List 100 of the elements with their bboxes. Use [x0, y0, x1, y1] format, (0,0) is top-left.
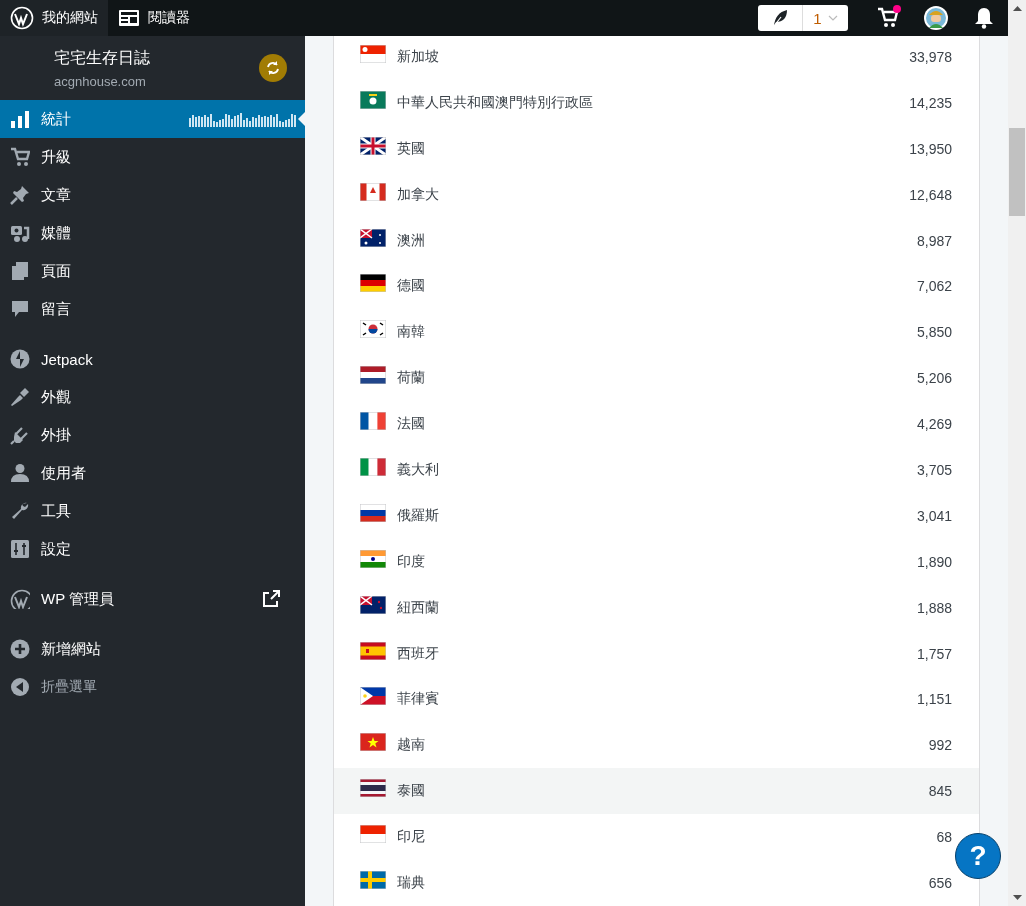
- sidebar-item[interactable]: 設定: [0, 530, 305, 568]
- country-name: 法國: [397, 415, 426, 434]
- flag-icon: [360, 320, 386, 339]
- flag-icon: [360, 733, 386, 752]
- country-name: 南韓: [397, 323, 426, 342]
- view-count: 656: [928, 874, 952, 891]
- plug-icon: [10, 425, 30, 445]
- country-name: 荷蘭: [397, 369, 426, 388]
- external-link-icon: [262, 590, 280, 608]
- sidebar-item[interactable]: 外觀: [0, 378, 305, 416]
- view-count: 1,151: [916, 691, 952, 708]
- country-name: 新加坡: [397, 47, 440, 66]
- view-count: 33,978: [909, 48, 952, 65]
- country-name: 英國: [397, 139, 426, 158]
- view-count: 845: [928, 783, 952, 800]
- view-count: 14,235: [909, 94, 952, 111]
- nav-tab[interactable]: 我的網站: [0, 0, 108, 36]
- sidebar-item[interactable]: 外掛: [0, 416, 305, 454]
- country-name: 義大利: [397, 460, 440, 479]
- flag-icon: [360, 595, 386, 614]
- bell-icon: [974, 7, 994, 29]
- sidebar-item[interactable]: 文章: [0, 176, 305, 214]
- view-count: 8,987: [916, 232, 952, 249]
- flag-icon: [360, 136, 386, 155]
- flag-icon: [360, 503, 386, 522]
- nav-tab[interactable]: 閱讀器: [108, 0, 200, 36]
- bar-chart-icon: [10, 109, 30, 129]
- sidebar-item[interactable]: 使用者: [0, 454, 305, 492]
- flag-icon: [360, 90, 386, 109]
- sidebar-item[interactable]: WP 管理員: [0, 580, 305, 618]
- sidebar-item[interactable]: Jetpack: [0, 340, 305, 378]
- view-count: 3,705: [916, 461, 952, 478]
- site-domain: acgnhouse.com: [54, 73, 147, 89]
- view-count: 5,850: [916, 324, 952, 341]
- country-name: 紐西蘭: [397, 598, 440, 617]
- sidebar-item[interactable]: 升級: [0, 138, 305, 176]
- flag-icon: [360, 870, 386, 889]
- avatar: [924, 6, 948, 30]
- sync-button[interactable]: [259, 54, 287, 82]
- leaf-icon: [772, 9, 788, 27]
- flag-icon: [360, 412, 386, 431]
- country-name: 澳洲: [397, 231, 426, 250]
- country-name: 越南: [397, 736, 426, 755]
- view-count: 992: [928, 737, 952, 754]
- collapse-menu-button[interactable]: 折疊選單: [0, 668, 305, 706]
- sliders-icon: [10, 539, 30, 559]
- country-name: 印尼: [397, 828, 426, 847]
- scroll-up-icon: [1012, 6, 1022, 11]
- chevron-down-icon: [827, 15, 838, 21]
- flag-icon: [360, 687, 386, 706]
- arrow-left-circle-icon: [10, 677, 30, 697]
- sidebar-item[interactable]: 統計: [0, 100, 305, 138]
- sidebar-item[interactable]: 頁面: [0, 252, 305, 290]
- view-count: 1,757: [916, 645, 952, 662]
- view-count: 5,206: [916, 370, 952, 387]
- cart-icon: [10, 147, 30, 167]
- sidebar-item[interactable]: 工具: [0, 492, 305, 530]
- flag-icon: [360, 366, 386, 385]
- view-count: 1,888: [916, 599, 952, 616]
- country-name: 俄羅斯: [397, 506, 440, 525]
- cart-icon: [877, 7, 899, 29]
- comment-icon: [10, 299, 30, 319]
- site-title: 宅宅生存日誌: [54, 47, 151, 68]
- lightning-bolt-icon: [10, 349, 30, 369]
- flag-icon: [360, 779, 386, 798]
- country-name: 中華人民共和國澳門特別行政區: [397, 93, 594, 112]
- country-name: 菲律賓: [397, 690, 440, 709]
- country-name: 瑞典: [397, 873, 426, 892]
- view-count: 3,041: [916, 507, 952, 524]
- flag-icon: [360, 641, 386, 660]
- view-count: 7,062: [916, 278, 952, 295]
- view-count: 12,648: [909, 186, 952, 203]
- person-icon: [10, 463, 30, 483]
- wordpress-logo-icon: [10, 6, 34, 30]
- sync-icon: [265, 60, 281, 76]
- newspaper-icon: [118, 9, 140, 27]
- pages-icon: [10, 261, 30, 281]
- view-count: 68: [936, 829, 952, 846]
- flag-icon: [360, 457, 386, 476]
- wordpress-logo-icon: [10, 589, 30, 609]
- sidebar-item[interactable]: 留言: [0, 290, 305, 328]
- flag-icon: [360, 825, 386, 844]
- flag-icon: [360, 549, 386, 568]
- scrollbar-thumb[interactable]: [1009, 128, 1025, 216]
- sidebar-item[interactable]: 媒體: [0, 214, 305, 252]
- paintbrush-icon: [10, 387, 30, 407]
- plus-circle-icon: [10, 639, 30, 659]
- view-count: 13,950: [909, 140, 952, 157]
- scroll-down-icon: [1012, 895, 1022, 900]
- media-icon: [10, 223, 30, 243]
- flag-icon: [360, 44, 386, 63]
- view-count: 1,890: [916, 553, 952, 570]
- view-count: 4,269: [916, 416, 952, 433]
- sidebar-item[interactable]: 新增網站: [0, 630, 305, 668]
- wrench-icon: [10, 501, 30, 521]
- flag-icon: [360, 182, 386, 201]
- country-name: 西班牙: [397, 644, 440, 663]
- country-name: 德國: [397, 277, 426, 296]
- country-name: 加拿大: [397, 185, 440, 204]
- draft-count-button[interactable]: 1: [802, 5, 848, 31]
